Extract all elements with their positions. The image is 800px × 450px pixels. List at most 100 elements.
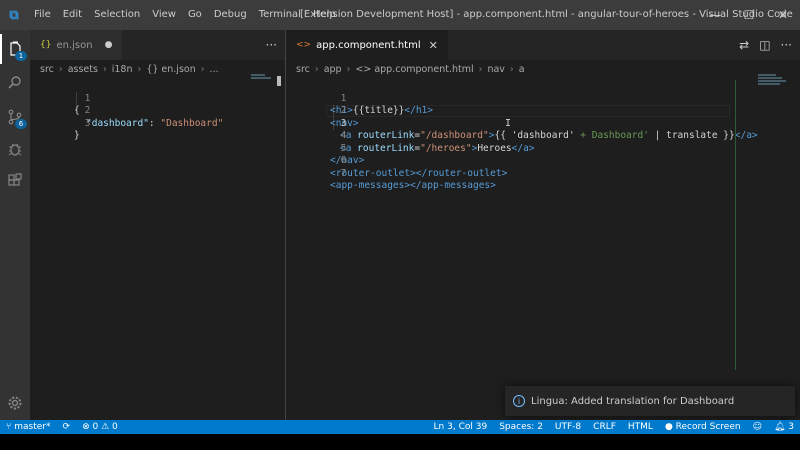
json-value: "Dashboard" xyxy=(160,117,224,129)
minimap[interactable] xyxy=(758,74,788,86)
code-line: 7 <app-messages></app-messages> xyxy=(286,155,800,192)
tab-en-json[interactable]: {} en.json ● xyxy=(30,30,123,60)
line-number: 3 xyxy=(84,117,91,129)
app-messages-close-tag: </app-messages> xyxy=(410,180,496,191)
code-text: <router-outlet></router-outlet> xyxy=(330,168,507,181)
left-tabs-bar: {} en.json ● ··· xyxy=(30,30,285,60)
error-icon: ⊗ xyxy=(82,422,93,432)
minimap[interactable] xyxy=(251,74,273,80)
extensions-icon[interactable] xyxy=(0,166,30,196)
vscode-logo-icon: ⧉ xyxy=(9,7,19,23)
minimap-line xyxy=(758,83,780,85)
scrollbar-thumb[interactable] xyxy=(277,76,281,86)
warning-count: 0 xyxy=(112,422,118,432)
maximize-button[interactable]: ☐ xyxy=(732,0,766,30)
status-bar-right: Ln 3, Col 39 Spaces: 2 UTF-8 CRLF HTML ●… xyxy=(428,420,800,434)
chevron-right-icon: › xyxy=(478,64,483,75)
scm-badge: 6 xyxy=(15,119,27,129)
menu-bar: File Edit Selection View Go Debug Termin… xyxy=(28,0,342,30)
menu-file[interactable]: File xyxy=(28,0,57,30)
minimap-line xyxy=(758,80,786,82)
breadcrumb-item[interactable]: ... xyxy=(210,60,219,80)
code-line: 2 <nav> xyxy=(286,93,800,129)
minimap-line xyxy=(758,77,782,79)
close-brace: } xyxy=(74,130,80,141)
code-text: } xyxy=(74,130,80,143)
source-control-icon[interactable]: 6 xyxy=(0,102,30,132)
notification-count: 3 xyxy=(788,422,794,432)
tab-app-component-html[interactable]: <> app.component.html ✕ xyxy=(286,30,448,60)
indentation[interactable]: Spaces: 2 xyxy=(493,420,549,434)
minimap-line xyxy=(251,74,265,76)
menu-go[interactable]: Go xyxy=(182,0,208,30)
breadcrumb-item[interactable]: {} en.json xyxy=(146,60,195,80)
text-cursor-icon: I xyxy=(505,118,512,129)
problems-status[interactable]: ⊗ 0 ⚠ 0 xyxy=(76,420,124,434)
more-actions-icon[interactable]: ··· xyxy=(266,30,277,60)
menu-selection[interactable]: Selection xyxy=(88,0,146,30)
menu-edit[interactable]: Edit xyxy=(57,0,88,30)
more-actions-icon[interactable]: ··· xyxy=(781,30,792,60)
breadcrumb-item[interactable]: src xyxy=(296,60,310,80)
breadcrumb-item[interactable]: nav xyxy=(487,60,504,80)
chevron-right-icon: › xyxy=(137,64,142,75)
html-code-area[interactable]: 1 <h1>{{title}}</h1> 2 <nav> 3 <a router… xyxy=(286,74,800,420)
branch-status[interactable]: ⑂ master* xyxy=(0,420,57,434)
breadcrumb-item[interactable]: assets xyxy=(68,60,98,80)
breadcrumb-item[interactable]: a xyxy=(519,60,525,80)
error-count: 0 xyxy=(92,422,99,432)
left-editor-actions: ··· xyxy=(266,30,277,60)
activity-bar: 1 6 xyxy=(0,30,30,420)
breadcrumb: src › app › <> app.component.html › nav › a xyxy=(286,60,800,80)
minimap-line xyxy=(758,74,776,76)
html-file-icon: <> xyxy=(296,40,312,50)
encoding[interactable]: UTF-8 xyxy=(549,420,587,434)
code-line: 5 </nav> xyxy=(286,130,800,167)
breadcrumb-item[interactable]: src xyxy=(40,60,54,80)
bell-icon: 🔔︎ xyxy=(773,422,789,432)
language-mode[interactable]: HTML xyxy=(622,420,659,434)
unsaved-dot-icon[interactable]: ● xyxy=(105,40,113,50)
notifications[interactable]: 🔔︎ 3 xyxy=(768,420,800,434)
code-text: <app-messages></app-messages> xyxy=(330,180,496,193)
end-of-line[interactable]: CRLF xyxy=(587,420,622,434)
left-editor-group: {} en.json ● ··· src › assets › i18n › {} e… xyxy=(30,30,286,420)
router-outlet-close-tag: </router-outlet> xyxy=(415,167,508,179)
warning-icon: ⚠ xyxy=(101,422,113,432)
record-screen[interactable]: ● Record Screen xyxy=(659,420,747,434)
breadcrumb-item[interactable]: i18n xyxy=(112,60,133,80)
right-editor-actions: ⇄ ◫ ··· xyxy=(739,30,792,60)
breadcrumb-item[interactable]: <> app.component.html xyxy=(355,60,473,80)
split-editor-icon[interactable]: ◫ xyxy=(759,30,770,60)
sync-icon[interactable]: ⟳ xyxy=(57,420,77,434)
breadcrumb: src › assets › i18n › {} en.json › ... xyxy=(30,60,285,80)
search-icon[interactable] xyxy=(0,68,30,98)
explorer-icon[interactable]: 1 xyxy=(0,34,30,64)
menu-view[interactable]: View xyxy=(146,0,182,30)
record-label: Record Screen xyxy=(675,422,741,432)
menu-debug[interactable]: Debug xyxy=(208,0,253,30)
menu-terminal[interactable]: Terminal xyxy=(253,0,307,30)
right-tabs-bar: <> app.component.html ✕ ⇄ ◫ ··· xyxy=(286,30,800,60)
code-line: 3 <a routerLink="/dashboard">{{ 'dashboa… xyxy=(286,105,800,142)
json-file-icon: {} xyxy=(40,40,52,50)
chevron-right-icon: › xyxy=(509,64,514,75)
settings-gear-icon[interactable] xyxy=(0,388,30,418)
open-changes-icon[interactable]: ⇄ xyxy=(739,30,749,60)
json-colon: : xyxy=(148,117,161,129)
tab-label: en.json xyxy=(56,39,93,51)
cursor-position[interactable]: Ln 3, Col 39 xyxy=(428,420,494,434)
chevron-right-icon: › xyxy=(200,64,205,75)
minimize-button[interactable]: — xyxy=(698,0,732,30)
breadcrumb-item[interactable]: app xyxy=(324,60,342,80)
close-tab-icon[interactable]: ✕ xyxy=(429,39,438,52)
close-window-button[interactable]: ✕ xyxy=(766,0,800,30)
notification-message: Lingua: Added translation for Dashboard xyxy=(531,395,735,407)
line-number: 7 xyxy=(340,167,347,179)
feedback-smiley-icon[interactable]: ☺ xyxy=(747,420,768,434)
debug-icon[interactable] xyxy=(0,134,30,164)
bottom-strip xyxy=(0,434,800,450)
notification-toast[interactable]: i Lingua: Added translation for Dashboar… xyxy=(505,386,795,416)
chevron-right-icon: › xyxy=(58,64,63,75)
json-code-area[interactable]: 1 { 2 "dashboard": "Dashboard" 3 } xyxy=(30,74,285,420)
